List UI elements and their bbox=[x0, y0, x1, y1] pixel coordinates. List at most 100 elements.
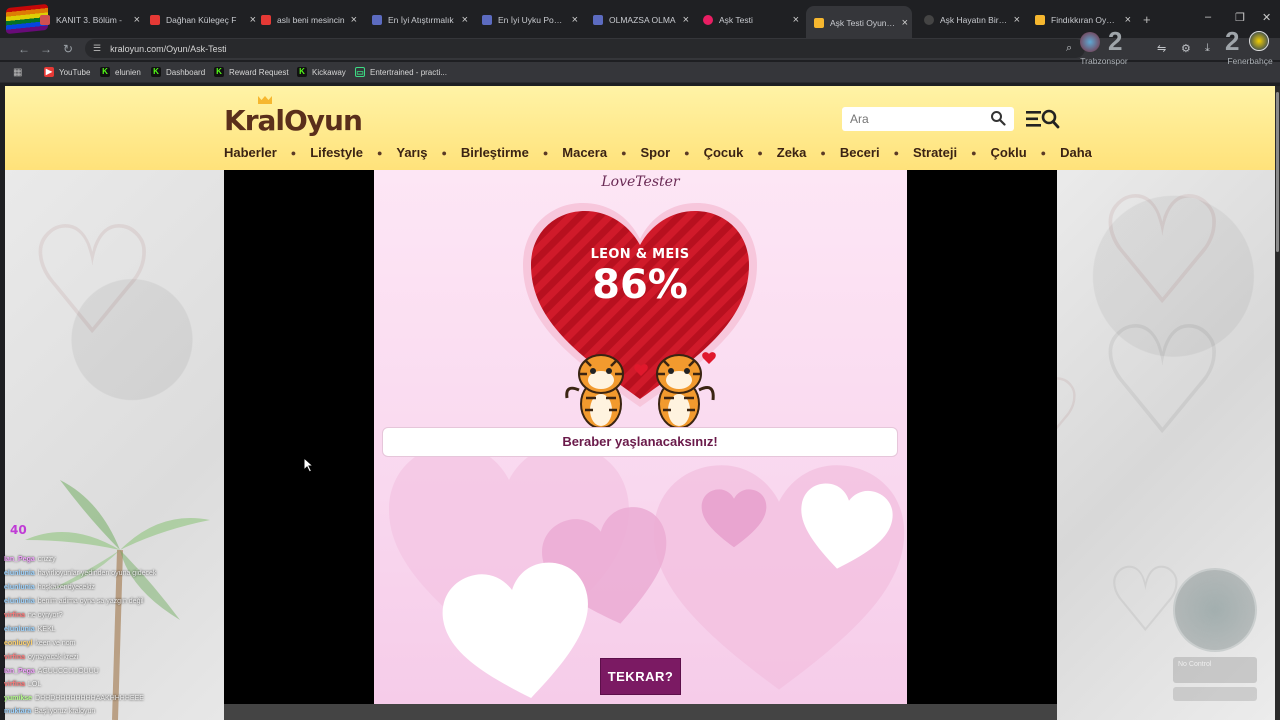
background-heart-icon bbox=[442, 562, 588, 698]
chat-text: oynayacak krezi bbox=[28, 654, 79, 661]
control-status-bar bbox=[1173, 687, 1257, 701]
tab-2[interactable]: aslı beni mesincin × bbox=[261, 9, 357, 31]
kick-icon: K bbox=[297, 67, 307, 77]
kick-icon: K bbox=[214, 67, 224, 77]
nav-separator: ● bbox=[621, 147, 627, 158]
address-bar[interactable]: ☰ kraloyun.com/Oyun/Ask-Testi bbox=[85, 39, 1085, 58]
site-info-icon[interactable]: ☰ bbox=[93, 43, 101, 54]
fenerbahce-crest-icon bbox=[1249, 31, 1269, 51]
love-tester-game[interactable]: LoveTester LEON & MEIS 86% Beraber yaşla… bbox=[374, 170, 907, 704]
chat-line: virfina ne oynyor? bbox=[4, 612, 63, 619]
chat-line: elunlunia benim adima oyna sa yazgın deği… bbox=[4, 598, 144, 605]
bookmark-dashboard[interactable]: K Dashboard bbox=[151, 67, 205, 77]
chat-user: eonlucyl bbox=[4, 640, 33, 647]
search-input[interactable] bbox=[850, 112, 982, 126]
nav-yaris[interactable]: Yarış bbox=[396, 145, 427, 160]
nav-zeka[interactable]: Zeka bbox=[777, 145, 807, 160]
extensions-icon[interactable]: ⚙ bbox=[1181, 42, 1191, 55]
zoom-icon[interactable]: ⌕ bbox=[1066, 42, 1072, 55]
chat-text: benim adima oyna sa yazgın değil bbox=[37, 598, 144, 605]
kraloyun-logo[interactable]: KralOyun bbox=[224, 96, 363, 138]
tab-6[interactable]: Aşk Testi × bbox=[703, 9, 799, 31]
close-tab-icon[interactable]: × bbox=[462, 14, 468, 26]
bookmark-kickaway[interactable]: K Kickaway bbox=[297, 67, 346, 77]
tab-5[interactable]: OLMAZSA OLMA × bbox=[593, 9, 689, 31]
nav-birlestirme[interactable]: Birleştirme bbox=[461, 145, 529, 160]
trabzonspor-crest-icon bbox=[1080, 32, 1100, 52]
nav-beceri[interactable]: Beceri bbox=[840, 145, 880, 160]
control-status-text: No Control bbox=[1178, 661, 1212, 668]
chat-text: hoşkakendyecekiz bbox=[37, 584, 95, 591]
nav-strateji[interactable]: Strateji bbox=[913, 145, 957, 160]
nav-lifestyle[interactable]: Lifestyle bbox=[310, 145, 363, 160]
chat-line: elunlunia hoşkakendyecekiz bbox=[4, 584, 95, 591]
chat-user: Ian_Pega bbox=[4, 668, 35, 675]
nav-coklu[interactable]: Çoklu bbox=[991, 145, 1027, 160]
youtube-icon: ▶ bbox=[44, 67, 54, 77]
search-icon[interactable] bbox=[990, 110, 1006, 126]
forward-icon[interactable]: → bbox=[40, 42, 52, 56]
chat-user: Ian_Pega bbox=[4, 556, 35, 563]
chat-user: virfina bbox=[4, 681, 26, 688]
radial-overlay-widget bbox=[1173, 568, 1257, 652]
nav-cocuk[interactable]: Çocuk bbox=[704, 145, 744, 160]
minimize-icon[interactable]: – bbox=[1205, 11, 1211, 23]
nav-macera[interactable]: Macera bbox=[562, 145, 607, 160]
scrollbar-thumb[interactable] bbox=[1276, 92, 1279, 252]
new-tab-icon[interactable]: + bbox=[1143, 12, 1151, 27]
back-icon[interactable]: ← bbox=[18, 42, 30, 56]
reload-icon[interactable]: ↻ bbox=[63, 42, 73, 56]
tab-title: KANIT 3. Bölüm - bbox=[56, 15, 122, 25]
palm-tree-overlay bbox=[25, 480, 210, 720]
chat-line: yumikse DHHDHHHHHHHHAAKHHHHEEE bbox=[4, 695, 144, 702]
team-overlay-right: 2 Fenerbahçe bbox=[1221, 28, 1279, 66]
share-icon[interactable]: ⇋ bbox=[1157, 42, 1166, 55]
game-title: LoveTester bbox=[601, 174, 680, 190]
nav-spor[interactable]: Spor bbox=[641, 145, 671, 160]
category-nav: Haberler ● Lifestyle ● Yarış ● Birleştirme ●… bbox=[224, 145, 1092, 160]
restore-icon[interactable]: ❐ bbox=[1235, 11, 1245, 24]
crown-icon bbox=[258, 96, 272, 104]
download-icon[interactable]: ⤓ bbox=[1205, 42, 1210, 55]
bookmark-label: elunien bbox=[115, 67, 141, 77]
tab-4[interactable]: En İyi Uyku Pozisy × bbox=[482, 9, 578, 31]
chat-line: elunlunia hayirlioyunlar yedinden oyuna g… bbox=[4, 570, 156, 577]
tab-0[interactable]: KANIT 3. Bölüm - × bbox=[40, 9, 140, 31]
tab-3[interactable]: En İyi Atıştırmalık × bbox=[372, 9, 468, 31]
logo-text: KralOyun bbox=[224, 104, 363, 137]
bookmark-label: YouTube bbox=[59, 67, 91, 77]
apps-icon[interactable]: ▦ bbox=[13, 67, 22, 78]
bookmark-elunien[interactable]: K elunien bbox=[100, 67, 141, 77]
close-tab-icon[interactable]: × bbox=[250, 14, 256, 26]
close-tab-icon[interactable]: × bbox=[572, 14, 578, 26]
nav-separator: ● bbox=[893, 147, 900, 158]
close-tab-icon[interactable]: × bbox=[134, 14, 140, 26]
menu-search-icon[interactable] bbox=[1026, 108, 1060, 130]
tab-7-active[interactable]: Aşk Testi Oyunu - × bbox=[806, 6, 912, 38]
bookmark-label: Dashboard bbox=[166, 67, 206, 77]
bookmark-reward-request[interactable]: K Reward Request bbox=[214, 67, 289, 77]
bookmark-entertrained[interactable]: ▭ Entertrained - practi... bbox=[355, 67, 447, 77]
close-tab-icon[interactable]: × bbox=[902, 17, 908, 29]
tab-8[interactable]: Aşk Hayatın Bir Yı × bbox=[924, 9, 1020, 31]
close-tab-icon[interactable]: × bbox=[1125, 14, 1131, 26]
close-tab-icon[interactable]: × bbox=[351, 14, 357, 26]
chat-user: elunlunia bbox=[4, 584, 35, 591]
close-tab-icon[interactable]: × bbox=[683, 14, 689, 26]
close-tab-icon[interactable]: × bbox=[1014, 14, 1020, 26]
chat-text: ne oynyor? bbox=[28, 612, 63, 619]
close-tab-icon[interactable]: × bbox=[793, 14, 799, 26]
tab-1[interactable]: Dağhan Külegeç F × bbox=[150, 9, 256, 31]
site-favicon-icon bbox=[372, 15, 382, 25]
nav-separator: ● bbox=[820, 147, 826, 158]
close-window-icon[interactable]: ✕ bbox=[1262, 11, 1271, 24]
url-text: kraloyun.com/Oyun/Ask-Testi bbox=[110, 43, 227, 54]
team-overlay-left: 2 Trabzonspor bbox=[1074, 28, 1134, 66]
bookmark-youtube[interactable]: ▶ YouTube bbox=[44, 67, 90, 77]
chat-user: elunlunia bbox=[4, 570, 35, 577]
nav-daha[interactable]: Daha bbox=[1060, 145, 1092, 160]
chat-user: virfina bbox=[4, 654, 26, 661]
chat-line: virfina oynayacak krezi bbox=[4, 654, 78, 661]
nav-haberler[interactable]: Haberler bbox=[224, 145, 277, 160]
try-again-button[interactable]: TEKRAR? bbox=[600, 658, 681, 695]
